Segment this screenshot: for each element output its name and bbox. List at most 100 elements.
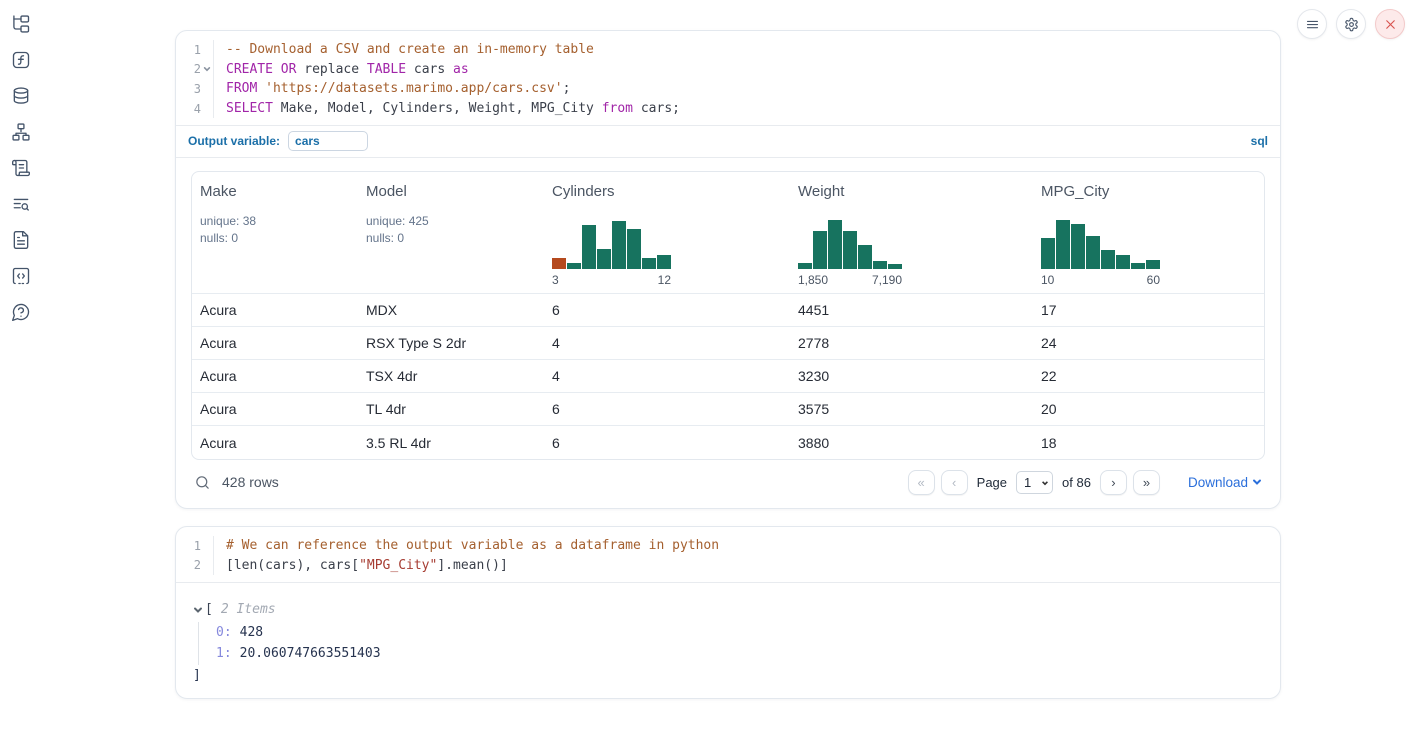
histogram-bars <box>1041 217 1160 269</box>
file-tree-icon[interactable] <box>11 14 31 34</box>
table-cell: 4 <box>544 360 790 393</box>
column-header-mpg_city[interactable]: MPG_City1060 <box>1033 172 1264 294</box>
gear-icon <box>1344 17 1359 32</box>
table-cell: 22 <box>1033 360 1264 393</box>
search-icon <box>194 474 211 491</box>
output-variable-row: Output variable: sql <box>176 126 1280 157</box>
column-header-weight[interactable]: Weight 1,8507,190 <box>790 172 1033 294</box>
table-cell: MDX <box>358 294 544 327</box>
code-token: [len(cars), cars[ <box>226 558 359 573</box>
histogram-bar <box>1086 236 1100 269</box>
help-icon[interactable] <box>11 302 31 322</box>
documentation-icon[interactable] <box>11 230 31 250</box>
column-name: Cylinders <box>552 183 782 200</box>
chevron-down-icon[interactable] <box>193 605 203 615</box>
code-token: cars <box>406 62 453 77</box>
logs-icon[interactable] <box>11 158 31 178</box>
column-stats: unique: 425nulls: 0 <box>366 213 536 247</box>
line-number: 1 <box>176 536 213 556</box>
histogram-min-label: 1,850 <box>798 273 828 287</box>
code-line: 2[len(cars), cars["MPG_City"].mean()] <box>176 555 1280 575</box>
sql-code-editor[interactable]: 1-- Download a CSV and create an in-memo… <box>176 31 1280 125</box>
table-cell: Acura <box>192 393 358 426</box>
table-cell: 18 <box>1033 426 1264 459</box>
output-variable-label: Output variable: <box>188 134 280 148</box>
histogram-bar <box>1101 250 1115 269</box>
histogram-range-labels: 1,8507,190 <box>798 273 902 287</box>
table-cell: TSX 4dr <box>358 360 544 393</box>
table-row[interactable]: AcuraTSX 4dr4323022 <box>192 360 1264 393</box>
table-of-contents-icon[interactable] <box>11 194 31 214</box>
code-token: 'https://datasets.marimo.app/cars.csv' <box>265 81 562 96</box>
code-line: 4SELECT Make, Model, Cylinders, Weight, … <box>176 99 1280 119</box>
histogram-bar <box>1146 260 1160 269</box>
page-select[interactable]: 1 <box>1016 471 1053 494</box>
code-token: TABLE <box>367 62 406 77</box>
table-row[interactable]: AcuraMDX6445117 <box>192 294 1264 327</box>
code-token: replace <box>296 62 366 77</box>
table-cell: 6 <box>544 393 790 426</box>
close-button[interactable] <box>1375 9 1405 39</box>
table-cell: 6 <box>544 426 790 459</box>
function-icon[interactable] <box>11 50 31 70</box>
histogram-bar <box>612 221 626 269</box>
histogram-bar <box>828 220 842 269</box>
code-line: 2CREATE OR replace TABLE cars as <box>176 60 1280 80</box>
table-row[interactable]: AcuraRSX Type S 2dr4277824 <box>192 327 1264 360</box>
chevron-right-icon: › <box>1111 475 1115 490</box>
tree-entry-key: 1: <box>216 646 232 661</box>
code-token: CREATE OR <box>226 62 296 77</box>
settings-button[interactable] <box>1336 9 1366 39</box>
histogram-bar <box>582 225 596 269</box>
python-code-editor[interactable]: 1 # We can reference the output variable … <box>176 527 1280 582</box>
download-button[interactable]: Download <box>1188 475 1262 490</box>
histogram-min-label: 10 <box>1041 273 1054 287</box>
table-cell: RSX Type S 2dr <box>358 327 544 360</box>
code-token: # We can reference the output variable a… <box>226 538 719 553</box>
row-count: 428 rows <box>222 474 279 490</box>
helper-sidebar <box>0 14 42 322</box>
table-row[interactable]: AcuraTL 4dr6357520 <box>192 393 1264 426</box>
prev-page-button[interactable]: ‹ <box>941 470 968 495</box>
menu-button[interactable] <box>1297 9 1327 39</box>
database-icon[interactable] <box>11 86 31 106</box>
python-cell: 1 # We can reference the output variable … <box>175 526 1281 699</box>
table-cell: 24 <box>1033 327 1264 360</box>
snippets-icon[interactable] <box>11 266 31 286</box>
language-badge: sql <box>1251 134 1268 148</box>
tree-root-row: [ 2 Items <box>193 599 1280 621</box>
column-name: Weight <box>798 183 1025 200</box>
stat-line: unique: 38 <box>200 213 350 230</box>
histogram-bar <box>567 263 581 269</box>
column-header-cylinders[interactable]: Cylinders312 <box>544 172 790 294</box>
output-variable-input[interactable] <box>288 131 368 151</box>
histogram-bar <box>843 231 857 269</box>
table-cell: 4 <box>544 327 790 360</box>
histogram-weight: 1,8507,190 <box>798 217 902 287</box>
histogram-bar <box>798 263 812 269</box>
histogram-max-label: 12 <box>658 273 671 287</box>
code-token: -- Download a CSV and create an in-memor… <box>226 42 594 57</box>
fold-chevron-icon[interactable] <box>201 65 213 73</box>
table-cell: TL 4dr <box>358 393 544 426</box>
column-header-model[interactable]: Modelunique: 425nulls: 0 <box>358 172 544 294</box>
code-token <box>257 81 265 96</box>
page-label: Page <box>977 475 1007 490</box>
chevrons-right-icon: » <box>1143 475 1150 490</box>
histogram-bars <box>798 217 902 269</box>
code-token: ].mean()] <box>437 558 507 573</box>
column-header-make[interactable]: Makeunique: 38nulls: 0 <box>192 172 358 294</box>
dependency-graph-icon[interactable] <box>11 122 31 142</box>
first-page-button[interactable]: « <box>908 470 935 495</box>
histogram-bar <box>873 261 887 269</box>
next-page-button[interactable]: › <box>1100 470 1127 495</box>
search-button[interactable] <box>194 474 211 491</box>
last-page-button[interactable]: » <box>1133 470 1160 495</box>
tree-entry-value: 20.060747663551403 <box>240 646 381 661</box>
open-bracket: [ <box>205 599 213 621</box>
table-row[interactable]: Acura3.5 RL 4dr6388018 <box>192 426 1264 459</box>
table-cell: 17 <box>1033 294 1264 327</box>
data-table: Makeunique: 38nulls: 0Modelunique: 425nu… <box>191 171 1265 460</box>
chevron-down-icon <box>1252 477 1262 487</box>
code-token: ; <box>563 81 571 96</box>
